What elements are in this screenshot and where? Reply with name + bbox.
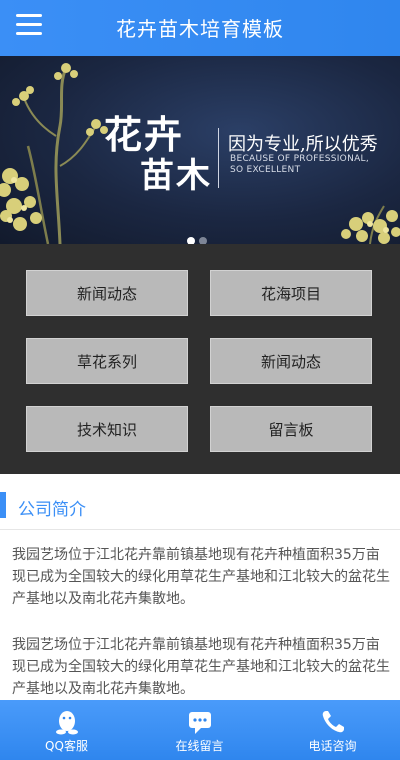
carousel-indicators [187, 230, 211, 244]
phone-icon [322, 711, 344, 733]
nav-button-tech-knowledge[interactable]: 技术知识 [26, 406, 188, 452]
nav-button-news[interactable]: 新闻动态 [26, 270, 188, 316]
section-accent-bar [0, 492, 6, 518]
bottom-nav-bar: QQ客服 在线留言 电话咨询 [0, 700, 400, 760]
company-intro-paragraph: 我园艺场位于江北花卉靠前镇基地现有花卉种植面积35万亩现已成为全国较大的绿化用草… [12, 547, 390, 607]
company-intro-paragraph-2: 我园艺场位于江北花卉靠前镇基地现有花卉种植面积35万亩现已成为全国较大的绿化用草… [12, 637, 390, 697]
bottom-tab-label: QQ客服 [45, 739, 88, 753]
hero-banner[interactable]: 花卉 苗木 因为专业,所以优秀 BECAUSE OF PROFESSIONAL,… [0, 56, 400, 244]
banner-english-line2: SO EXCELLENT [230, 165, 301, 175]
nav-button-grass-flowers[interactable]: 草花系列 [26, 338, 188, 384]
nav-button-news-2[interactable]: 新闻动态 [210, 338, 372, 384]
category-grid: 新闻动态 花海项目 草花系列 新闻动态 技术知识 留言板 [0, 244, 400, 474]
section-title[interactable]: 公司简介 [18, 495, 86, 520]
bottom-tab-phone-consult[interactable]: 电话咨询 [266, 700, 399, 760]
banner-headline-line2: 苗木 [140, 156, 212, 196]
page-title: 花卉苗木培育模板 [116, 17, 284, 41]
section-header: 公司简介 [0, 486, 400, 530]
bottom-tab-qq-service[interactable]: QQ客服 [0, 700, 133, 760]
carousel-dot-1[interactable] [187, 237, 195, 244]
nav-button-message-board[interactable]: 留言板 [210, 406, 372, 452]
bottom-tab-label: 在线留言 [175, 739, 224, 753]
bottom-tab-online-message[interactable]: 在线留言 [133, 700, 266, 760]
top-bar: 花卉苗木培育模板 [0, 0, 400, 56]
banner-english-line1: BECAUSE OF PROFESSIONAL, [230, 154, 370, 164]
nav-button-flower-sea[interactable]: 花海项目 [210, 270, 372, 316]
banner-slogan: 因为专业,所以优秀 [228, 134, 378, 155]
chat-bubble-icon [188, 712, 211, 734]
banner-divider [218, 128, 219, 188]
qq-penguin-icon [55, 711, 78, 735]
bottom-tab-label: 电话咨询 [308, 739, 357, 753]
carousel-dot-2[interactable] [199, 237, 207, 244]
